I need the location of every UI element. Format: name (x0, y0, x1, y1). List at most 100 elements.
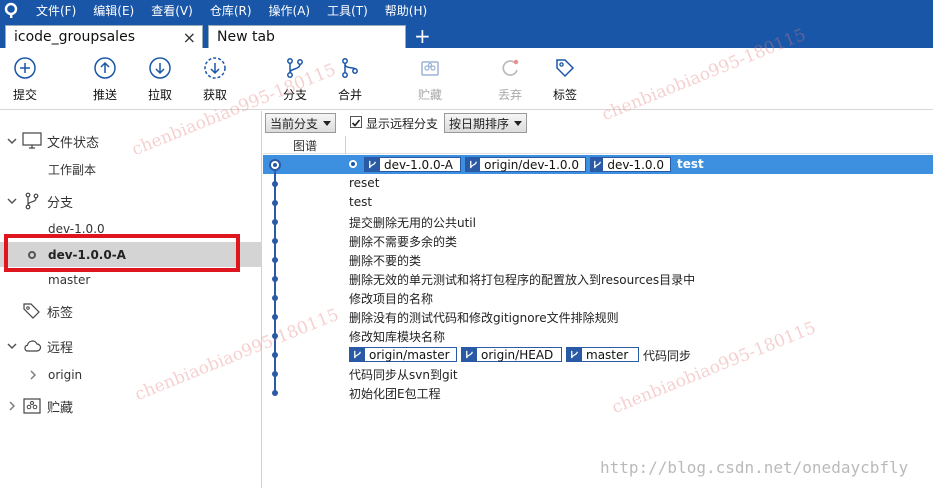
menu-file[interactable]: 文件(F) (36, 2, 76, 19)
tab-repo[interactable]: icode_groupsales × (5, 25, 203, 48)
chevron-right-icon[interactable] (27, 369, 39, 381)
sidebar-file-status-label: 文件状态 (47, 135, 100, 151)
graph-column-header[interactable]: 图谱 (293, 137, 317, 154)
commit-row[interactable]: 删除不要的类 (263, 250, 933, 269)
commit-row[interactable]: test (263, 193, 933, 212)
ref-label-origin-master[interactable]: origin/master (349, 347, 457, 362)
cloud-icon (24, 340, 42, 352)
graph-node-head-core (273, 163, 277, 167)
menu-tools[interactable]: 工具(T) (327, 2, 368, 19)
commit-row[interactable]: 修改知库模块名称 (263, 326, 933, 345)
sidebar-item-branch-master[interactable]: master (0, 268, 262, 292)
chevron-down-icon[interactable] (6, 195, 18, 207)
graph-node (272, 219, 278, 225)
plus-circle-icon (14, 57, 36, 79)
sidebar-section-branches[interactable]: 分支 (0, 189, 262, 213)
dropdown-arrow-icon (514, 120, 523, 126)
commit-message: 删除无效的单元测试和将打包程序的配置放入到resources目录中 (349, 273, 696, 287)
branch-icon (567, 348, 582, 361)
current-branch-icon (28, 250, 36, 259)
graph-node (272, 314, 278, 320)
commit-message: reset (349, 176, 380, 190)
head-indicator-icon (349, 160, 357, 168)
commit-message: 修改知库模块名称 (349, 330, 446, 344)
sidebar-item-remote-origin[interactable]: origin (0, 363, 262, 387)
close-icon[interactable]: × (183, 28, 196, 47)
commit-row[interactable]: 初始化团E包工程 (263, 383, 933, 402)
ref-label-dev-1.0.0-A[interactable]: dev-1.0.0-A (364, 157, 461, 172)
ref-label-origin-head[interactable]: origin/HEAD (461, 347, 562, 362)
commit-graph (269, 159, 281, 396)
branch-filter-value: 当前分支 (270, 116, 319, 131)
push-label: 推送 (92, 88, 117, 102)
menu-repository[interactable]: 仓库(R) (210, 2, 252, 19)
fetch-button[interactable]: 获取 (193, 56, 237, 103)
tag-label: 标签 (552, 88, 577, 102)
commit-row[interactable]: 修改项目的名称 (263, 288, 933, 307)
commit-row[interactable]: 提交删除无用的公共util (263, 212, 933, 231)
sidebar-section-stashes[interactable]: 贮藏 (0, 394, 262, 418)
merge-label: 合并 (337, 88, 362, 102)
stash-icon (23, 398, 41, 414)
tag-icon (23, 303, 40, 319)
commit-row[interactable]: reset (263, 174, 933, 193)
branch-icon (350, 348, 365, 361)
sidebar-item-remote-origin-label: origin (48, 368, 83, 382)
commit-row[interactable]: origin/master origin/HEAD master 代码同步 (263, 345, 933, 364)
add-tab-button[interactable]: + (414, 24, 431, 48)
commit-row[interactable]: 删除无效的单元测试和将打包程序的配置放入到resources目录中 (263, 269, 933, 288)
sidebar-tags-label: 标签 (47, 305, 74, 321)
branch-button[interactable]: 分支 (273, 56, 317, 103)
chevron-down-icon[interactable] (6, 135, 18, 147)
tab-new-label: New tab (217, 29, 275, 45)
pull-button[interactable]: 拉取 (138, 56, 182, 103)
chevron-right-icon[interactable] (6, 400, 18, 412)
tab-bar: icode_groupsales × New tab + (0, 20, 933, 48)
menu-edit[interactable]: 编辑(E) (93, 2, 134, 19)
chevron-down-icon[interactable] (6, 340, 18, 352)
ref-label-origin-dev-1.0.0[interactable]: origin/dev-1.0.0 (465, 157, 586, 172)
sidebar-stashes-label: 贮藏 (47, 400, 74, 416)
ref-text: origin/HEAD (481, 347, 554, 362)
push-button[interactable]: 推送 (83, 56, 127, 103)
ref-text: origin/master (369, 347, 450, 362)
sidebar-item-branch-dev-label: dev-1.0.0 (48, 222, 105, 236)
column-divider[interactable] (345, 136, 346, 154)
commit-row[interactable]: 删除不需要多余的类 (263, 231, 933, 250)
commit-message: 代码同步 (643, 349, 692, 363)
discard-button[interactable]: 丢弃 (488, 56, 532, 103)
sidebar-item-working-copy[interactable]: 工作副本 (0, 157, 262, 181)
commit-list: dev-1.0.0-A origin/dev-1.0.0 dev-1.0.0 t… (263, 155, 933, 488)
commit-row[interactable]: dev-1.0.0-A origin/dev-1.0.0 dev-1.0.0 t… (263, 155, 933, 174)
tag-button[interactable]: 标签 (543, 56, 587, 103)
sidebar-item-branch-dev[interactable]: dev-1.0.0 (0, 217, 262, 241)
menu-help[interactable]: 帮助(H) (385, 2, 427, 19)
sidebar-item-branch-dev-a[interactable]: dev-1.0.0-A (0, 242, 262, 267)
sidebar-section-remotes[interactable]: 远程 (0, 334, 262, 358)
menu-actions[interactable]: 操作(A) (269, 2, 311, 19)
ref-label-master[interactable]: master (566, 347, 639, 362)
menu-view[interactable]: 查看(V) (151, 2, 193, 19)
commit-message: 初始化团E包工程 (349, 387, 441, 401)
commit-message: 删除不需要多余的类 (349, 235, 458, 249)
tab-new[interactable]: New tab (208, 25, 406, 48)
merge-button[interactable]: 合并 (328, 56, 372, 103)
commit-button[interactable]: 提交 (3, 56, 47, 103)
app-logo-icon (0, 0, 22, 20)
stash-button[interactable]: 贮藏 (408, 56, 452, 103)
graph-node (272, 390, 278, 396)
sidebar-section-tags[interactable]: 标签 (0, 299, 262, 323)
checkmark-icon (351, 119, 361, 127)
ref-label-dev-1.0.0[interactable]: dev-1.0.0 (590, 157, 671, 172)
graph-node (272, 276, 278, 282)
graph-node (272, 200, 278, 206)
sort-dropdown[interactable]: 按日期排序 (444, 113, 528, 133)
tag-icon (556, 59, 575, 78)
sidebar-remotes-label: 远程 (47, 340, 74, 356)
commit-row[interactable]: 代码同步从svn到git (263, 364, 933, 383)
sidebar-branches-label: 分支 (47, 195, 74, 211)
commit-row[interactable]: 删除没有的测试代码和修改gitignore文件排除规则 (263, 307, 933, 326)
sidebar-section-file-status[interactable]: 文件状态 (0, 129, 262, 153)
branch-filter-dropdown[interactable]: 当前分支 (265, 113, 337, 133)
show-remote-checkbox[interactable] (350, 116, 362, 128)
